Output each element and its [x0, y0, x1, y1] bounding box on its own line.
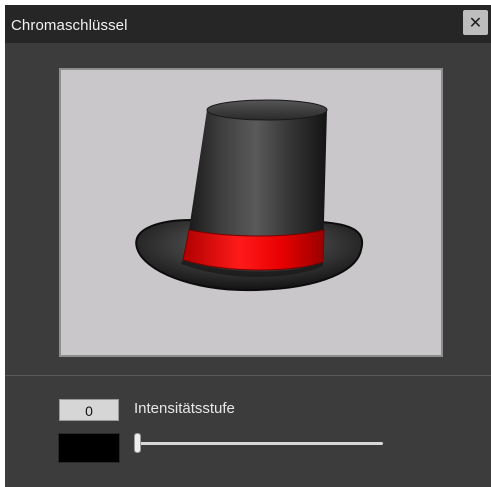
intensity-value-field[interactable]: 0 — [59, 399, 119, 421]
preview-image — [135, 99, 364, 292]
hat-top — [206, 99, 328, 121]
intensity-label: Intensitätsstufe — [134, 400, 235, 417]
key-color-swatch[interactable] — [58, 433, 120, 463]
intensity-slider-thumb[interactable] — [134, 433, 141, 453]
divider — [5, 375, 491, 376]
preview-frame — [59, 68, 443, 357]
title-bar[interactable]: Chromaschlüssel ✕ — [5, 5, 491, 43]
intensity-slider-track[interactable] — [137, 442, 383, 445]
close-button[interactable]: ✕ — [463, 10, 488, 35]
hat-band — [182, 229, 325, 271]
chroma-key-dialog: Chromaschlüssel ✕ 0 Intensitätsstufe — [5, 5, 491, 487]
close-icon: ✕ — [468, 13, 483, 32]
dialog-title: Chromaschlüssel — [11, 17, 128, 34]
